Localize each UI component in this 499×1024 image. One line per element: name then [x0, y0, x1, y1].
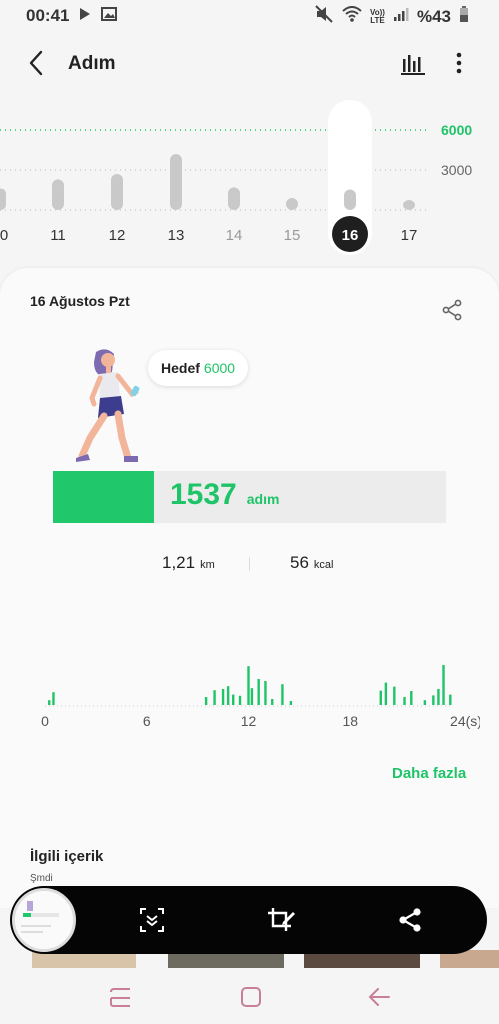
- day-bar[interactable]: [170, 154, 182, 210]
- day-bar[interactable]: [403, 200, 415, 210]
- day-label[interactable]: 0: [0, 227, 8, 244]
- status-bar: 00:41 Vo)) LTE %43: [0, 0, 499, 32]
- recents-icon[interactable]: [108, 984, 134, 1010]
- step-count-value: 1537: [170, 478, 237, 511]
- hour-bar: [221, 689, 225, 705]
- day-label[interactable]: 11: [50, 227, 66, 244]
- hour-bar: [281, 684, 284, 705]
- more-link[interactable]: Daha fazla: [392, 765, 466, 782]
- play-icon: [79, 6, 91, 26]
- goal-prefix: Hedef: [161, 360, 200, 376]
- hour-tick-label: 0: [41, 713, 49, 729]
- screenshot-preview[interactable]: [12, 888, 76, 952]
- hour-bar: [271, 699, 274, 705]
- gallery-icon: [101, 6, 118, 26]
- hour-bar: [250, 688, 254, 705]
- related-content-subtitle: Şmdi: [30, 873, 53, 884]
- hour-bar: [52, 692, 55, 705]
- scroll-capture-icon[interactable]: [138, 906, 166, 934]
- hour-bar: [449, 694, 452, 705]
- hour-bar: [437, 689, 440, 705]
- day-bar[interactable]: [344, 189, 356, 210]
- day-label[interactable]: 12: [109, 227, 126, 244]
- day-label[interactable]: 14: [226, 227, 243, 244]
- walking-woman-illustration: [74, 346, 154, 472]
- screenshot-toolbar: [10, 886, 487, 954]
- battery-percent: %43: [416, 6, 451, 26]
- goal-axis-label: 6000: [441, 122, 472, 138]
- back-icon[interactable]: [366, 984, 392, 1010]
- hour-tick-label: 18: [342, 713, 358, 729]
- hour-bar: [442, 665, 445, 705]
- related-content-title: İlgili içerik: [30, 848, 104, 865]
- hour-bar: [213, 690, 216, 705]
- share-icon[interactable]: [396, 906, 424, 934]
- daily-steps-svg: 6000 3000 0 11 12 13 14 15 16 17: [0, 100, 472, 255]
- step-count-unit: adım: [246, 491, 280, 507]
- home-icon[interactable]: [238, 984, 264, 1010]
- summary-card: 16 Ağustos Pzt Hedef 6000 1537 adım 1,21…: [0, 268, 499, 908]
- hourly-steps-svg: 0 6 12 18 24(s): [41, 665, 482, 729]
- page-title: Adım: [68, 53, 116, 74]
- system-nav-bar: [0, 970, 499, 1024]
- hour-tick-label: 24(s): [450, 713, 480, 729]
- distance-unit: km: [200, 559, 215, 571]
- hour-bar: [238, 695, 242, 705]
- goal-bubble: Hedef 6000: [148, 350, 249, 386]
- clock: 00:41: [26, 6, 70, 25]
- hour-bar: [393, 686, 396, 705]
- hour-bar: [48, 700, 51, 705]
- mute-icon: [314, 5, 334, 28]
- hour-bar: [257, 679, 260, 705]
- mid-axis-label: 3000: [441, 162, 472, 178]
- calories-value: 56: [290, 553, 309, 572]
- day-bar[interactable]: [228, 187, 240, 210]
- day-label[interactable]: 17: [401, 227, 418, 244]
- app-header: Adım: [0, 40, 499, 90]
- day-bar[interactable]: [52, 179, 64, 210]
- crop-edit-icon[interactable]: [266, 906, 295, 934]
- hour-bar: [423, 700, 427, 705]
- hour-bar: [204, 697, 208, 705]
- hour-bar: [384, 682, 388, 705]
- bar-chart-icon[interactable]: [400, 49, 426, 77]
- hour-bar: [379, 690, 382, 705]
- lte-label: LTE: [370, 15, 385, 25]
- day-bar[interactable]: [0, 188, 6, 210]
- wifi-icon: [342, 6, 362, 27]
- hour-bar: [410, 691, 413, 705]
- hour-tick-label: 12: [241, 713, 257, 729]
- battery-icon: [459, 6, 469, 27]
- selected-date: 16 Ağustos Pzt: [30, 293, 130, 309]
- step-count: 1537 adım: [170, 478, 279, 512]
- calories-stat: 56 kcal: [290, 553, 333, 573]
- stats-row: 1,21 km 56 kcal: [0, 553, 499, 577]
- distance-stat: 1,21 km: [162, 553, 215, 573]
- volte-icon: Vo)) LTE: [370, 8, 385, 25]
- goal-value: 6000: [203, 360, 236, 376]
- share-icon[interactable]: [440, 298, 464, 322]
- day-label[interactable]: 15: [284, 227, 301, 244]
- day-label[interactable]: 13: [168, 227, 185, 244]
- signal-icon: [393, 6, 409, 27]
- hour-bar: [226, 686, 230, 705]
- calories-unit: kcal: [313, 559, 334, 571]
- hour-tick-label: 6: [143, 713, 151, 729]
- step-progress-fill: [53, 471, 154, 523]
- day-bar[interactable]: [111, 174, 123, 210]
- distance-value: 1,21: [162, 553, 196, 572]
- hour-bar: [432, 695, 435, 705]
- stats-divider: [249, 557, 250, 571]
- hour-bar: [289, 701, 293, 705]
- daily-steps-chart: 6000 3000 0 11 12 13 14 15 16 17: [0, 95, 499, 265]
- hourly-steps-chart: 0 6 12 18 24(s): [30, 653, 482, 733]
- back-arrow-icon[interactable]: [22, 48, 52, 78]
- hour-bar: [247, 666, 250, 705]
- hour-bar: [264, 681, 267, 705]
- day-label[interactable]: 16: [342, 227, 359, 244]
- hour-bar: [403, 697, 406, 705]
- day-bar[interactable]: [286, 198, 298, 210]
- hour-bar: [232, 694, 235, 705]
- more-vert-icon[interactable]: [448, 49, 470, 77]
